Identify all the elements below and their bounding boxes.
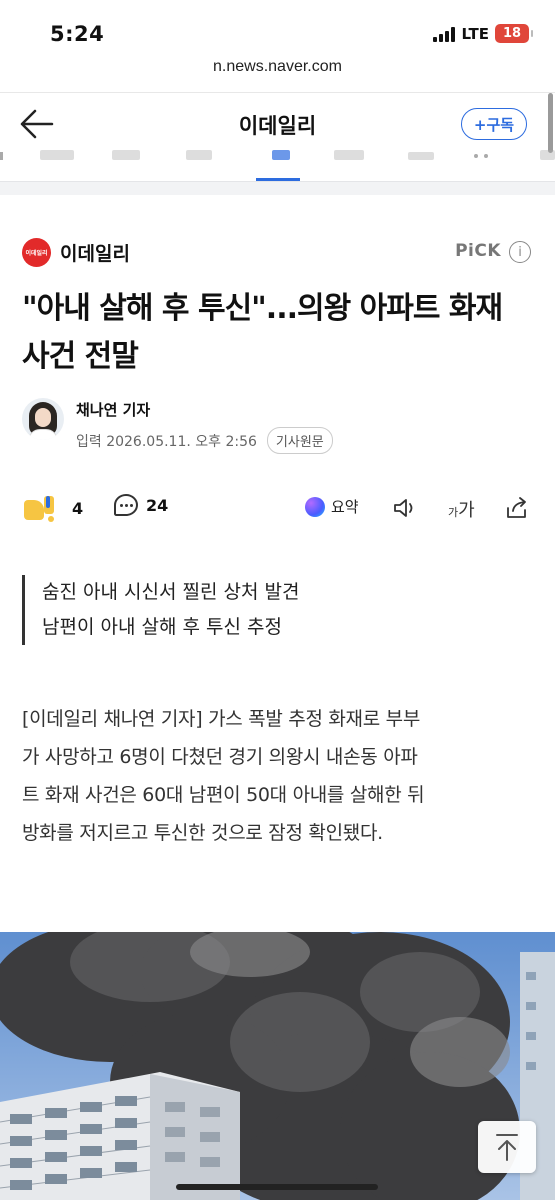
author-info: 채나연 기자 입력 2026.05.11. 오후 2:56 기사원문 bbox=[22, 398, 333, 454]
body-line: [이데일리 채나연 기자] 가스 폭발 추정 화재로 부부 bbox=[22, 708, 421, 730]
author-name[interactable]: 채나연 기자 bbox=[76, 399, 333, 420]
comment-button[interactable]: 24 bbox=[114, 494, 168, 516]
scroll-top-icon bbox=[496, 1134, 518, 1161]
article-body: [이데일리 채나연 기자] 가스 폭발 추정 화재로 부부 가 사망하고 6명이… bbox=[22, 700, 535, 852]
status-time: 5:24 bbox=[50, 22, 105, 46]
body-line: 가 사망하고 6명이 다쳤던 경기 의왕시 내손동 아파 bbox=[22, 746, 418, 768]
signal-icon bbox=[433, 26, 456, 42]
status-indicators: LTE 18 bbox=[433, 24, 533, 43]
press-name: 이데일리 bbox=[60, 243, 130, 265]
reaction-button[interactable]: 4 bbox=[22, 494, 83, 522]
original-article-button[interactable]: 기사원문 bbox=[266, 427, 333, 454]
comment-count: 24 bbox=[146, 495, 169, 515]
battery-icon: 18 bbox=[495, 24, 533, 43]
body-line: 트 화재 사건은 60대 남편이 50대 아내를 살해한 뒤 bbox=[22, 784, 425, 806]
comment-icon bbox=[114, 494, 138, 516]
pick-badge: PiCK bbox=[455, 241, 501, 261]
clipped-tab-labels bbox=[0, 150, 555, 160]
reaction-count: 4 bbox=[72, 498, 84, 518]
publish-date: 입력 2026.05.11. 오후 2:56 bbox=[76, 433, 257, 450]
info-icon[interactable]: i bbox=[509, 241, 531, 263]
scroll-top-button[interactable] bbox=[478, 1121, 536, 1173]
press-logo: 이데일리 bbox=[22, 238, 51, 267]
summary-button[interactable]: 요약 bbox=[305, 496, 359, 517]
article-subheads: 숨진 아내 시신서 찔린 상처 발견 남편이 아내 살해 후 투신 추정 bbox=[22, 575, 522, 645]
status-bar: 5:24 LTE 18 bbox=[0, 0, 555, 58]
battery-level: 18 bbox=[502, 26, 522, 41]
avatar[interactable] bbox=[22, 398, 64, 440]
press-info[interactable]: 이데일리 이데일리 bbox=[22, 238, 130, 267]
speaker-icon[interactable] bbox=[392, 496, 418, 520]
section-separator bbox=[0, 181, 555, 195]
like-emoji-icon bbox=[22, 494, 64, 522]
network-type: LTE bbox=[461, 24, 489, 43]
font-size-small-label: 가 bbox=[448, 506, 459, 519]
subscribe-button[interactable]: +구독 bbox=[461, 108, 527, 140]
ai-summary-icon bbox=[305, 496, 325, 517]
category-tabs bbox=[0, 140, 555, 182]
subhead-line: 숨진 아내 시신서 찔린 상처 발견 bbox=[42, 581, 300, 603]
article-actions: 4 24 요약 가가 bbox=[22, 492, 537, 528]
subhead-line: 남편이 아내 살해 후 투신 추정 bbox=[42, 616, 282, 638]
font-size-icon[interactable]: 가가 bbox=[448, 496, 475, 522]
home-indicator bbox=[176, 1184, 378, 1190]
url-bar[interactable]: n.news.naver.com bbox=[0, 58, 555, 76]
article-photo[interactable] bbox=[0, 932, 555, 1200]
font-size-large-label: 가 bbox=[458, 500, 475, 521]
summary-label: 요약 bbox=[331, 498, 359, 516]
article-headline: "아내 살해 후 투신"...의왕 아파트 화재 사건 전말 bbox=[22, 291, 503, 374]
share-icon[interactable] bbox=[504, 496, 530, 520]
fire-smoke-photo bbox=[0, 932, 555, 1200]
body-line: 방화를 저지르고 투신한 것으로 잠정 확인됐다. bbox=[22, 822, 383, 844]
